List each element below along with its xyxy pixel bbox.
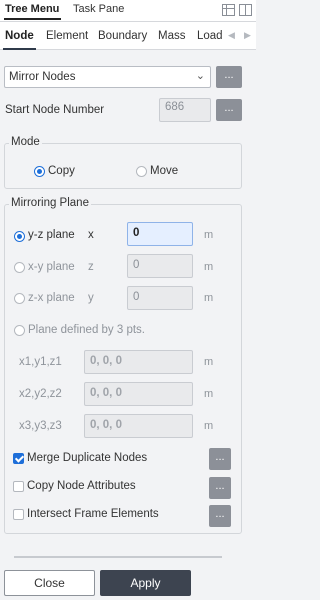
tab-tree-menu[interactable]: Tree Menu: [3, 3, 62, 20]
tab-mass[interactable]: Mass: [158, 30, 185, 42]
category-tab-bar: Node Element Boundary Mass Load ◀ ▶: [0, 22, 256, 50]
point1-field[interactable]: 0, 0, 0: [84, 350, 193, 374]
horizontal-scrollbar[interactable]: [14, 556, 222, 558]
intersect-options-button[interactable]: ...: [209, 505, 231, 527]
plane-xy-radio[interactable]: [14, 262, 25, 273]
function-select-value: Mirror Nodes: [9, 71, 76, 83]
plane-yz-label: y-z plane: [28, 229, 75, 241]
plane-yz-offset-field[interactable]: 0: [127, 222, 193, 246]
plane-3pts-radio[interactable]: [14, 325, 25, 336]
plane-yz-axis: x: [88, 229, 94, 241]
tab-boundary[interactable]: Boundary: [98, 30, 147, 42]
tab-node[interactable]: Node: [3, 30, 36, 50]
tab-load[interactable]: Load: [197, 30, 223, 42]
start-node-field[interactable]: 686: [159, 98, 211, 122]
point1-unit: m: [204, 356, 214, 368]
copy-attributes-options-button[interactable]: ...: [209, 477, 231, 499]
action-bar: Close Apply: [0, 565, 256, 600]
plane-xy-offset-field[interactable]: 0: [127, 254, 193, 278]
point3-unit: m: [204, 420, 214, 432]
plane-yz-radio[interactable]: [14, 231, 25, 242]
mirroring-plane-title: Mirroring Plane: [9, 197, 91, 209]
start-node-options-button[interactable]: ...: [216, 99, 242, 121]
plane-yz-unit: m: [204, 229, 214, 241]
close-button[interactable]: Close: [4, 570, 95, 596]
start-node-label: Start Node Number: [5, 104, 105, 116]
plane-zx-unit: m: [204, 292, 214, 304]
mode-move-radio[interactable]: [136, 166, 147, 177]
point2-label: x2,y2,z2: [19, 388, 62, 400]
plane-xy-label: x-y plane: [28, 261, 75, 273]
copy-node-attributes-label: Copy Node Attributes: [27, 480, 136, 492]
mode-move-label: Move: [150, 165, 179, 177]
point1-label: x1,y1,z1: [19, 356, 62, 368]
point2-field[interactable]: 0, 0, 0: [84, 382, 193, 406]
plane-xy-axis: z: [88, 261, 94, 273]
mode-copy-label: Copy: [48, 165, 75, 177]
plane-zx-label: z-x plane: [28, 292, 75, 304]
plane-3pts-label: Plane defined by 3 pts.: [28, 324, 145, 336]
top-tab-bar: Tree Menu Task Pane: [0, 0, 256, 22]
plane-xy-unit: m: [204, 261, 214, 273]
point3-field[interactable]: 0, 0, 0: [84, 414, 193, 438]
point2-unit: m: [204, 388, 214, 400]
function-options-button[interactable]: ...: [216, 66, 242, 88]
point3-label: x3,y3,z3: [19, 420, 62, 432]
plane-zx-axis: y: [88, 292, 94, 304]
copy-node-attributes-checkbox[interactable]: [13, 481, 24, 492]
merge-duplicate-nodes-checkbox[interactable]: [13, 453, 24, 464]
plane-zx-offset-field[interactable]: 0: [127, 286, 193, 310]
chevron-down-icon: ⌄: [195, 70, 205, 82]
mode-copy-radio[interactable]: [34, 166, 45, 177]
function-select[interactable]: Mirror Nodes ⌄: [4, 66, 211, 88]
intersect-frame-elements-checkbox[interactable]: [13, 509, 24, 520]
tab-element[interactable]: Element: [46, 30, 88, 42]
merge-duplicate-nodes-label: Merge Duplicate Nodes: [27, 452, 148, 464]
tab-task-pane[interactable]: Task Pane: [73, 3, 124, 15]
merge-options-button[interactable]: ...: [209, 448, 231, 470]
plane-zx-radio[interactable]: [14, 293, 25, 304]
scroll-left-icon[interactable]: ◀: [228, 30, 235, 41]
split-window-icon[interactable]: [239, 4, 252, 16]
layout-icon[interactable]: [222, 4, 235, 16]
scroll-right-icon[interactable]: ▶: [244, 30, 251, 41]
apply-button[interactable]: Apply: [100, 570, 191, 596]
intersect-frame-elements-label: Intersect Frame Elements: [27, 508, 159, 520]
mode-group-title: Mode: [9, 136, 42, 148]
